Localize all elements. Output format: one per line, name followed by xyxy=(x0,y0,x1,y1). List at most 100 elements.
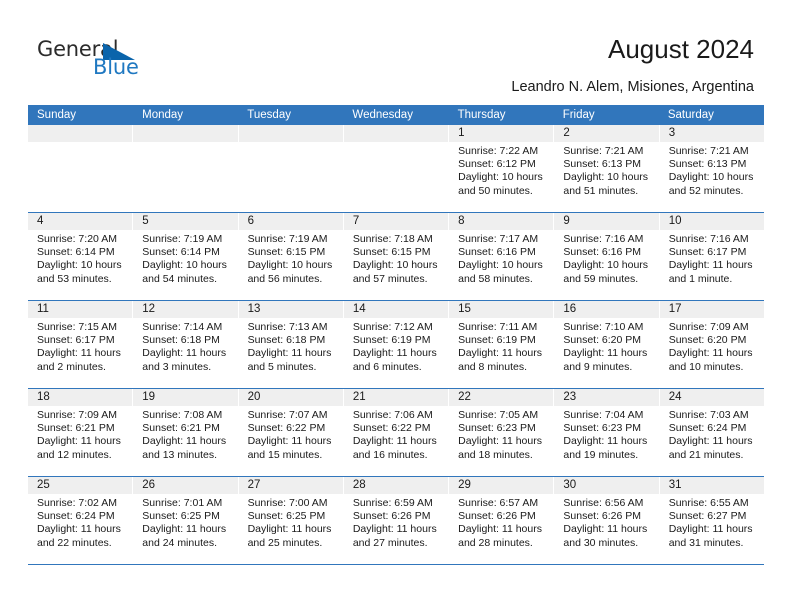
calendar-day-cell[interactable]: 29 Sunrise: 6:57 AM Sunset: 6:26 PM Dayligh… xyxy=(449,477,555,564)
day-number: 3 xyxy=(659,125,764,142)
calendar-day-cell[interactable]: 27 Sunrise: 7:00 AM Sunset: 6:25 PM Dayligh… xyxy=(238,477,344,564)
sunset-text: Sunset: 6:26 PM xyxy=(563,510,642,523)
calendar-day-cell[interactable]: 21 Sunrise: 7:06 AM Sunset: 6:22 PM Dayligh… xyxy=(343,389,450,476)
calendar-day-cell[interactable]: 5 Sunrise: 7:19 AM Sunset: 6:14 PM Daylight… xyxy=(133,213,239,300)
calendar-day-cell[interactable]: 9 Sunrise: 7:16 AM Sunset: 6:16 PM Daylight… xyxy=(554,213,660,300)
calendar-day-cell[interactable]: 2 Sunrise: 7:21 AM Sunset: 6:13 PM Daylight… xyxy=(554,125,660,212)
calendar-day-cell[interactable]: 31 Sunrise: 6:55 AM Sunset: 6:27 PM Dayligh… xyxy=(659,477,764,564)
daylight-text: Daylight: 11 hours and 13 minutes. xyxy=(142,435,227,461)
sunrise-text: Sunrise: 6:55 AM xyxy=(668,497,749,509)
day-number: 16 xyxy=(554,301,659,318)
day-number: 20 xyxy=(238,389,343,406)
day-info: Sunrise: 7:21 AM Sunset: 6:13 PM Daylight:… xyxy=(660,142,764,198)
day-info: Sunrise: 7:12 AM Sunset: 6:19 PM Daylight:… xyxy=(344,318,448,374)
day-info: Sunrise: 7:02 AM Sunset: 6:24 PM Daylight:… xyxy=(28,494,132,550)
daylight-text: Daylight: 11 hours and 10 minutes. xyxy=(668,347,753,373)
sunrise-text: Sunrise: 7:21 AM xyxy=(668,145,749,157)
sunrise-text: Sunrise: 7:12 AM xyxy=(352,321,433,333)
page-header: General Blue August 2024 Leandro N. Alem… xyxy=(0,0,792,100)
sunset-text: Sunset: 6:22 PM xyxy=(352,422,431,435)
daylight-text: Daylight: 11 hours and 31 minutes. xyxy=(668,523,753,549)
daylight-text: Daylight: 11 hours and 18 minutes. xyxy=(458,435,542,461)
sunrise-text: Sunrise: 7:00 AM xyxy=(247,497,328,509)
day-info: Sunrise: 7:09 AM Sunset: 6:21 PM Daylight:… xyxy=(28,406,132,462)
daylight-text: Daylight: 11 hours and 6 minutes. xyxy=(352,347,437,373)
calendar-day-cell[interactable]: 19 Sunrise: 7:08 AM Sunset: 6:21 PM Dayligh… xyxy=(133,389,239,476)
daylight-text: Daylight: 11 hours and 3 minutes. xyxy=(142,347,227,373)
sunrise-text: Sunrise: 7:20 AM xyxy=(37,233,117,245)
calendar-day-cell[interactable]: 24 Sunrise: 7:03 AM Sunset: 6:24 PM Dayligh… xyxy=(659,389,764,476)
calendar-day-cell[interactable]: 4 Sunrise: 7:20 AM Sunset: 6:14 PM Daylight… xyxy=(28,213,134,300)
calendar-grid: Sunday Monday Tuesday Wednesday Thursday Frid… xyxy=(28,105,764,565)
daylight-text: Daylight: 11 hours and 25 minutes. xyxy=(247,523,332,549)
sunrise-text: Sunrise: 7:02 AM xyxy=(37,497,117,509)
calendar-day-cell[interactable]: 7 Sunrise: 7:18 AM Sunset: 6:15 PM Daylight… xyxy=(343,213,450,300)
calendar-day-cell[interactable]: 8 Sunrise: 7:17 AM Sunset: 6:16 PM Daylight… xyxy=(449,213,555,300)
sunset-text: Sunset: 6:14 PM xyxy=(37,246,115,259)
day-number xyxy=(238,125,343,142)
daylight-text: Daylight: 10 hours and 53 minutes. xyxy=(37,259,122,285)
day-info: Sunrise: 7:09 AM Sunset: 6:20 PM Daylight:… xyxy=(660,318,764,374)
weekday-header-sunday: Sunday xyxy=(37,109,77,121)
sunset-text: Sunset: 6:23 PM xyxy=(458,422,536,435)
calendar-week-row: 25 Sunrise: 7:02 AM Sunset: 6:24 PM Dayligh… xyxy=(28,476,764,564)
sunset-text: Sunset: 6:24 PM xyxy=(37,510,115,523)
calendar-day-cell[interactable]: 22 Sunrise: 7:05 AM Sunset: 6:23 PM Dayligh… xyxy=(449,389,555,476)
calendar-day-cell[interactable]: 1 Sunrise: 7:22 AM Sunset: 6:12 PM Daylight… xyxy=(449,125,555,212)
day-info: Sunrise: 7:07 AM Sunset: 6:22 PM Daylight:… xyxy=(239,406,343,462)
sunrise-text: Sunrise: 7:17 AM xyxy=(458,233,539,245)
calendar-day-cell[interactable]: 14 Sunrise: 7:12 AM Sunset: 6:19 PM Dayligh… xyxy=(343,301,450,388)
sunset-text: Sunset: 6:25 PM xyxy=(142,510,220,523)
day-info: Sunrise: 7:11 AM Sunset: 6:19 PM Daylight:… xyxy=(449,318,553,374)
calendar-day-cell[interactable]: 11 Sunrise: 7:15 AM Sunset: 6:17 PM Dayligh… xyxy=(28,301,134,388)
day-number: 19 xyxy=(133,389,238,406)
sunrise-text: Sunrise: 7:11 AM xyxy=(458,321,538,333)
day-info: Sunrise: 6:59 AM Sunset: 6:26 PM Daylight:… xyxy=(344,494,448,550)
sunset-text: Sunset: 6:24 PM xyxy=(668,422,747,435)
sunset-text: Sunset: 6:13 PM xyxy=(563,158,642,171)
sunset-text: Sunset: 6:12 PM xyxy=(458,158,536,171)
day-number: 8 xyxy=(449,213,554,230)
day-number: 29 xyxy=(449,477,554,494)
sunset-text: Sunset: 6:22 PM xyxy=(247,422,326,435)
calendar-day-cell[interactable]: 15 Sunrise: 7:11 AM Sunset: 6:19 PM Dayligh… xyxy=(449,301,555,388)
weekday-header-tuesday: Tuesday xyxy=(247,109,291,121)
weekday-header-saturday: Saturday xyxy=(667,109,714,121)
day-info: Sunrise: 7:20 AM Sunset: 6:14 PM Daylight:… xyxy=(28,230,132,286)
calendar-day-cell[interactable]: 20 Sunrise: 7:07 AM Sunset: 6:22 PM Dayligh… xyxy=(238,389,344,476)
daylight-text: Daylight: 11 hours and 19 minutes. xyxy=(563,435,648,461)
sunset-text: Sunset: 6:27 PM xyxy=(668,510,747,523)
calendar-day-cell[interactable]: 26 Sunrise: 7:01 AM Sunset: 6:25 PM Dayligh… xyxy=(133,477,239,564)
calendar-day-cell[interactable]: 12 Sunrise: 7:14 AM Sunset: 6:18 PM Dayligh… xyxy=(133,301,239,388)
sunrise-text: Sunrise: 7:16 AM xyxy=(668,233,749,245)
calendar-page: General Blue August 2024 Leandro N. Alem… xyxy=(0,0,792,612)
sunset-text: Sunset: 6:19 PM xyxy=(352,334,431,347)
calendar-day-cell[interactable]: 30 Sunrise: 6:56 AM Sunset: 6:26 PM Dayligh… xyxy=(554,477,660,564)
sunset-text: Sunset: 6:17 PM xyxy=(37,334,115,347)
calendar-day-cell[interactable]: 3 Sunrise: 7:21 AM Sunset: 6:13 PM Daylight… xyxy=(659,125,764,212)
calendar-day-cell[interactable]: 25 Sunrise: 7:02 AM Sunset: 6:24 PM Dayligh… xyxy=(28,477,134,564)
day-number: 22 xyxy=(449,389,554,406)
calendar-day-cell[interactable]: 13 Sunrise: 7:13 AM Sunset: 6:18 PM Dayligh… xyxy=(238,301,344,388)
calendar-day-cell[interactable]: 18 Sunrise: 7:09 AM Sunset: 6:21 PM Dayligh… xyxy=(28,389,134,476)
calendar-day-cell[interactable]: 6 Sunrise: 7:19 AM Sunset: 6:15 PM Daylight… xyxy=(238,213,344,300)
daylight-text: Daylight: 11 hours and 15 minutes. xyxy=(247,435,332,461)
daylight-text: Daylight: 11 hours and 8 minutes. xyxy=(458,347,542,373)
day-number: 15 xyxy=(449,301,554,318)
calendar-day-cell[interactable]: 16 Sunrise: 7:10 AM Sunset: 6:20 PM Dayligh… xyxy=(554,301,660,388)
day-info: Sunrise: 7:01 AM Sunset: 6:25 PM Daylight:… xyxy=(133,494,237,550)
day-number: 30 xyxy=(554,477,659,494)
calendar-day-cell[interactable]: 28 Sunrise: 6:59 AM Sunset: 6:26 PM Dayligh… xyxy=(343,477,450,564)
day-info: Sunrise: 7:08 AM Sunset: 6:21 PM Daylight:… xyxy=(133,406,237,462)
calendar-day-cell[interactable]: 17 Sunrise: 7:09 AM Sunset: 6:20 PM Dayligh… xyxy=(659,301,764,388)
general-blue-logo[interactable]: General Blue xyxy=(37,38,237,84)
day-info: Sunrise: 7:19 AM Sunset: 6:15 PM Daylight:… xyxy=(239,230,343,286)
daylight-text: Daylight: 10 hours and 50 minutes. xyxy=(458,171,543,197)
sunrise-text: Sunrise: 7:06 AM xyxy=(352,409,433,421)
calendar-day-cell[interactable]: 23 Sunrise: 7:04 AM Sunset: 6:23 PM Dayligh… xyxy=(554,389,660,476)
day-number: 25 xyxy=(28,477,133,494)
day-number xyxy=(28,125,133,142)
day-number: 27 xyxy=(238,477,343,494)
calendar-day-cell[interactable]: 10 Sunrise: 7:16 AM Sunset: 6:17 PM Dayligh… xyxy=(659,213,764,300)
sunset-text: Sunset: 6:17 PM xyxy=(668,246,747,259)
